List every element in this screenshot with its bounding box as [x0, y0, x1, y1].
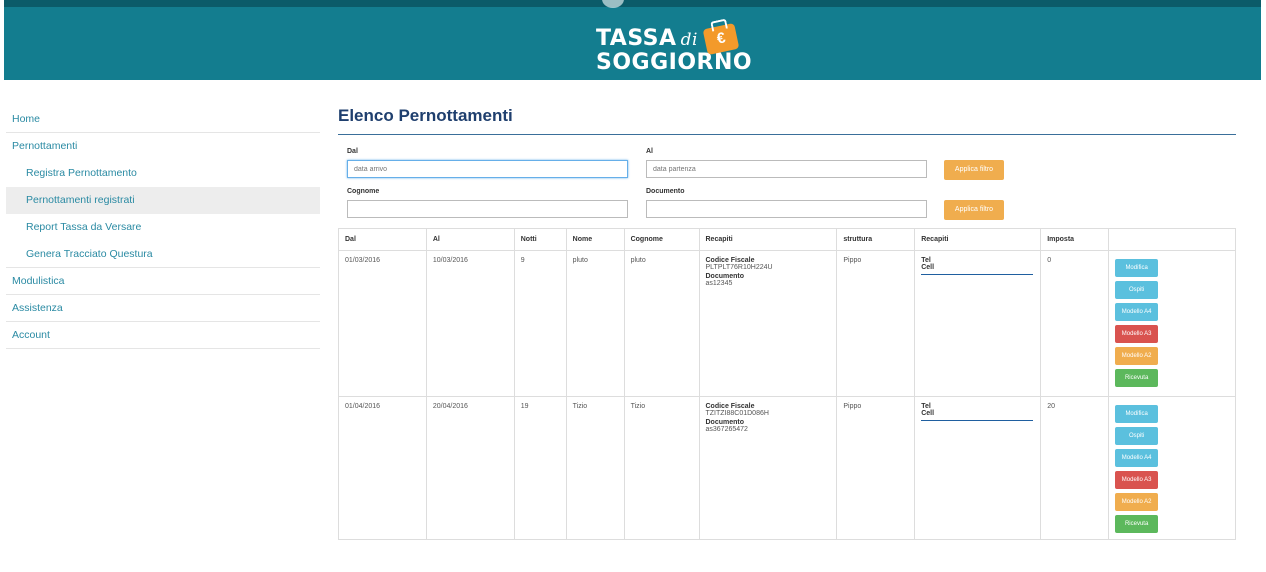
modello-a3-button[interactable]: Modello A3: [1115, 471, 1159, 489]
col-actions: [1108, 228, 1236, 251]
cell-al: 10/03/2016: [425, 250, 515, 397]
sidebar-item-pernottamenti-registrati[interactable]: Pernottamenti registrati: [6, 187, 320, 214]
tel-label: Tel: [921, 403, 931, 410]
apply-filter-button-1[interactable]: Applica filtro: [944, 160, 1004, 180]
cell-struttura: Pippo: [836, 250, 916, 397]
table-header-row: Dal Al Notti Nome Cognome Recapiti strut…: [338, 228, 1236, 251]
modello-a2-button[interactable]: Modello A2: [1115, 493, 1159, 511]
pernottamenti-table: Dal Al Notti Nome Cognome Recapiti strut…: [338, 228, 1236, 540]
cell-dal: 01/03/2016: [338, 250, 427, 397]
al-input[interactable]: [646, 160, 927, 178]
logo-line2: SOGGIORNO: [596, 50, 753, 75]
site-header: TASSA di SOGGIORNO €: [4, 0, 1261, 80]
sidebar-nav: Home Pernottamenti Registra Pernottament…: [6, 106, 320, 349]
header-top-stripe: [4, 0, 1261, 7]
ospiti-button[interactable]: Ospiti: [1115, 281, 1159, 299]
site-logo[interactable]: TASSA di SOGGIORNO €: [596, 20, 756, 76]
modifica-button[interactable]: Modifica: [1115, 259, 1159, 277]
cognome-input[interactable]: [347, 200, 628, 218]
col-nome[interactable]: Nome: [565, 228, 625, 251]
contact-underline: [921, 419, 1034, 421]
cell-struttura: Pippo: [836, 396, 916, 540]
cell-dal: 01/04/2016: [338, 396, 427, 540]
col-imposta[interactable]: Imposta: [1040, 228, 1110, 251]
ricevuta-button[interactable]: Ricevuta: [1115, 515, 1159, 533]
sidebar-item-account[interactable]: Account: [6, 322, 320, 349]
doc-value: as12345: [705, 280, 733, 287]
cell-recapiti-contatti: Tel Cell: [914, 250, 1042, 397]
contact-underline: [921, 273, 1034, 275]
documento-label: Documento: [646, 188, 685, 195]
sidebar-item-modulistica[interactable]: Modulistica: [6, 268, 320, 295]
col-al[interactable]: Al: [425, 228, 515, 251]
cell-recapiti: Codice Fiscale TZITZI88C01D086H Document…: [698, 396, 838, 540]
col-dal[interactable]: Dal: [338, 228, 427, 251]
cell-imposta: 20: [1040, 396, 1110, 540]
al-label: Al: [646, 148, 653, 155]
sidebar-item-registra-pernottamento[interactable]: Registra Pernottamento: [6, 160, 320, 187]
cell-notti: 9: [513, 250, 567, 397]
logo-line1: TASSA di: [596, 26, 698, 51]
cell-cognome: pluto: [623, 250, 700, 397]
cell-actions: Modifica Ospiti Modello A4 Modello A3 Mo…: [1108, 250, 1236, 397]
cell-notti: 19: [513, 396, 567, 540]
cf-label: Codice Fiscale: [705, 257, 755, 264]
tel-label: Tel: [921, 257, 931, 264]
cognome-label: Cognome: [347, 188, 380, 195]
col-cognome[interactable]: Cognome: [623, 228, 700, 251]
cell-recapiti: Codice Fiscale PLTPLT76R10H224U Document…: [698, 250, 838, 397]
cell-nome: Tizio: [565, 396, 625, 540]
ricevuta-button[interactable]: Ricevuta: [1115, 369, 1159, 387]
sidebar-item-genera-tracciato[interactable]: Genera Tracciato Questura: [6, 241, 320, 268]
ospiti-button[interactable]: Ospiti: [1115, 427, 1159, 445]
cell-al: 20/04/2016: [425, 396, 515, 540]
modello-a2-button[interactable]: Modello A2: [1115, 347, 1159, 365]
modello-a4-button[interactable]: Modello A4: [1115, 449, 1159, 467]
documento-input[interactable]: [646, 200, 927, 218]
sidebar-item-home[interactable]: Home: [6, 106, 320, 133]
dal-input[interactable]: [347, 160, 628, 178]
doc-label: Documento: [705, 419, 745, 426]
page-title: Elenco Pernottamenti: [338, 106, 513, 125]
sidebar-item-report-tassa[interactable]: Report Tassa da Versare: [6, 214, 320, 241]
cell-recapiti-contatti: Tel Cell: [914, 396, 1042, 540]
doc-value: as367265472: [705, 426, 748, 433]
col-notti[interactable]: Notti: [513, 228, 567, 251]
cell-nome: pluto: [565, 250, 625, 397]
cell-actions: Modifica Ospiti Modello A4 Modello A3 Mo…: [1108, 396, 1236, 540]
table-row: 01/03/2016 10/03/2016 9 pluto pluto Codi…: [338, 250, 1236, 397]
cell-label: Cell: [921, 264, 935, 271]
table-row: 01/04/2016 20/04/2016 19 Tizio Tizio Cod…: [338, 396, 1236, 540]
col-recapiti-2[interactable]: Recapiti: [914, 228, 1042, 251]
sidebar-item-assistenza[interactable]: Assistenza: [6, 295, 320, 322]
modello-a4-button[interactable]: Modello A4: [1115, 303, 1159, 321]
cell-imposta: 0: [1040, 250, 1110, 397]
cf-value: TZITZI88C01D086H: [705, 410, 769, 417]
cell-label: Cell: [921, 410, 935, 417]
title-divider: [338, 134, 1236, 135]
modifica-button[interactable]: Modifica: [1115, 405, 1159, 423]
col-struttura[interactable]: struttura: [836, 228, 916, 251]
cell-cognome: Tizio: [623, 396, 700, 540]
dal-label: Dal: [347, 148, 358, 155]
apply-filter-button-2[interactable]: Applica filtro: [944, 200, 1004, 220]
modello-a3-button[interactable]: Modello A3: [1115, 325, 1159, 343]
cf-label: Codice Fiscale: [705, 403, 755, 410]
cf-value: PLTPLT76R10H224U: [705, 264, 773, 271]
sidebar-item-pernottamenti[interactable]: Pernottamenti: [6, 133, 320, 160]
col-recapiti[interactable]: Recapiti: [698, 228, 838, 251]
doc-label: Documento: [705, 273, 745, 280]
